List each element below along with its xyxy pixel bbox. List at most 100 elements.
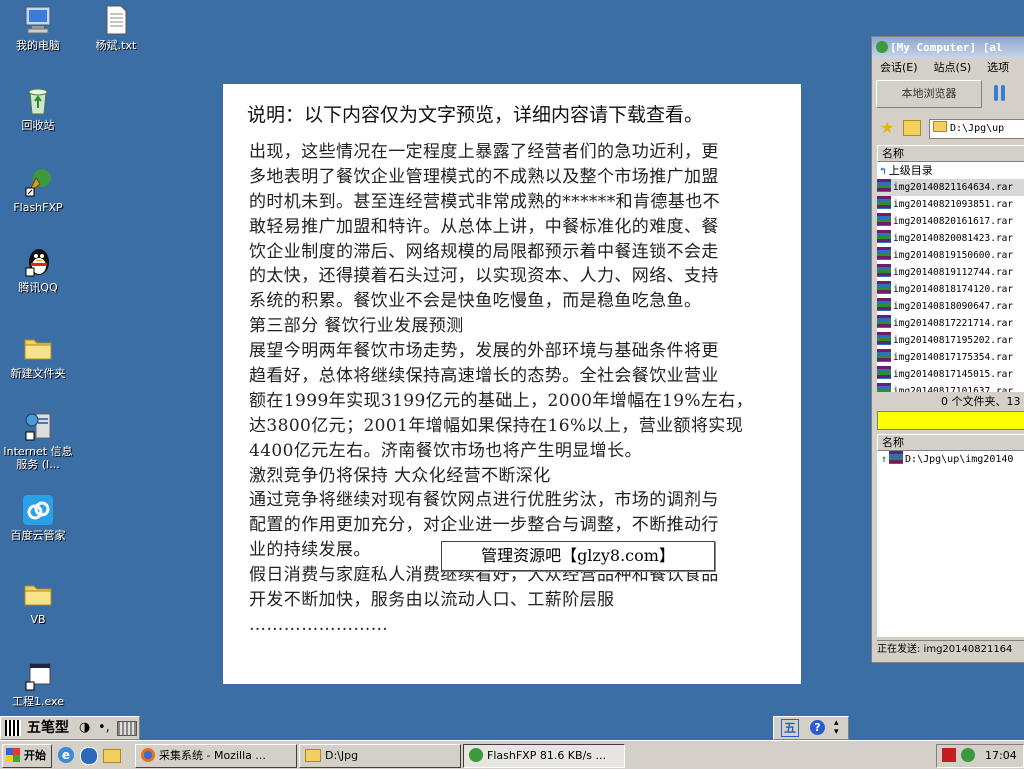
desktop-icon-label: 腾讯QQ <box>18 281 58 294</box>
desktop-icon-qq[interactable]: 腾讯QQ <box>0 246 76 294</box>
desktop-icon-iis[interactable]: Internet 信息服务 (I... <box>0 410 76 471</box>
document-line: 4400亿元左右。济南餐饮市场也将产生明显增长。 <box>249 440 642 461</box>
rar-icon <box>877 332 891 345</box>
file-list-header[interactable]: 名称 <box>877 145 1024 162</box>
punctuation-icon[interactable]: •, <box>98 720 110 736</box>
file-row[interactable]: img20140817101637.rar <box>877 383 1024 392</box>
ie-quicklaunch-icon[interactable]: e <box>58 747 74 763</box>
file-name: img20140819112744.rar <box>893 267 1014 278</box>
firefox-icon <box>141 748 155 762</box>
exe-shortcut-icon <box>22 660 54 692</box>
parent-directory-row[interactable]: ↰ 上级目录 <box>877 162 1024 179</box>
soft-keyboard-icon[interactable] <box>117 721 137 736</box>
up-arrow-icon: ↰ <box>880 166 886 177</box>
half-width-icon[interactable]: ◑ <box>79 720 90 736</box>
desktop-icon-label: 杨斌.txt <box>95 39 137 52</box>
file-row[interactable]: img20140817145015.rar <box>877 366 1024 383</box>
menu-session[interactable]: 会话(E) <box>880 61 918 74</box>
folder-up-icon[interactable] <box>903 120 921 136</box>
document-line: 饮企业制度的滞后、网络规模的局限都预示着中餐连锁不会走 <box>249 241 719 262</box>
ime-mode-label[interactable]: 五笔型 <box>27 718 69 738</box>
computer-icon <box>22 4 54 36</box>
language-indicator[interactable]: 五 <box>781 719 799 737</box>
file-row[interactable]: img20140820081423.rar <box>877 230 1024 247</box>
ime-logo-icon[interactable] <box>5 720 21 736</box>
flashfxp-menubar: 会话(E) 站点(S) 选项 <box>872 58 1024 78</box>
document-line: 敢轻易推广加盟和特许。从总体上讲，中餐标准化的难度、餐 <box>249 216 719 237</box>
options-arrow-icon[interactable]: ▴ ▾ <box>834 719 839 737</box>
file-name: img20140821164634.rar <box>893 182 1014 193</box>
queue-item[interactable]: ↑ D:\Jpg\up\img20140 <box>877 451 1024 468</box>
file-status-bar: 0 个文件夹、13 <box>877 394 1024 410</box>
menu-sites[interactable]: 站点(S) <box>934 61 972 74</box>
desktop-icon-my-computer[interactable]: 我的电脑 <box>0 4 76 52</box>
pause-icon[interactable] <box>992 85 1008 103</box>
desktop-icon-label: 新建文件夹 <box>10 367 66 380</box>
folder-quicklaunch-icon[interactable] <box>103 749 121 763</box>
queue-name-column-label: 名称 <box>882 436 904 449</box>
desktop-icon-new-folder[interactable]: 新建文件夹 <box>0 332 76 380</box>
file-row[interactable]: img20140817221714.rar <box>877 315 1024 332</box>
star-icon[interactable]: ★ <box>880 119 894 137</box>
task-label: D:\Jpg <box>325 749 359 762</box>
flashfxp-titlebar[interactable]: [My Computer] [al <box>872 37 1024 58</box>
rar-icon <box>877 264 891 277</box>
language-bar: 五 ? ▴ ▾ <box>773 716 849 740</box>
tray-flashfxp-icon[interactable] <box>961 748 975 762</box>
file-name: img20140820161617.rar <box>893 216 1014 227</box>
browser-quicklaunch-icon[interactable] <box>80 747 98 765</box>
flashfxp-title-icon <box>876 41 888 53</box>
file-row[interactable]: img20140817195202.rar <box>877 332 1024 349</box>
task-flashfxp[interactable]: FlashFXP 81.6 KB/s ... <box>463 744 625 768</box>
rar-icon <box>877 247 891 260</box>
iis-server-icon <box>22 410 54 442</box>
recycle-bin-icon <box>22 84 54 116</box>
document-title: 说明：以下内容仅为文字预览，详细内容请下载查看。 <box>247 104 704 126</box>
ime-toolbar: 五笔型 ◑ •, <box>0 716 140 740</box>
document-line: 开发不断加快，服务由以流动人口、工薪阶层服 <box>249 590 615 611</box>
file-row[interactable]: img20140819112744.rar <box>877 264 1024 281</box>
queue-list-header[interactable]: 名称 <box>877 434 1024 451</box>
desktop-icon-label: VB <box>30 613 46 626</box>
document-line: 趋看好，总体将继续保持高速增长的态势。全社会餐饮业营业 <box>249 366 719 387</box>
text-file-icon <box>100 4 132 36</box>
desktop-icon-recycle-bin[interactable]: 回收站 <box>0 84 76 132</box>
file-row[interactable]: img20140821164634.rar <box>877 179 1024 196</box>
document-line: 额在1999年实现3199亿元的基础上，2000年增幅在19%左右， <box>249 390 754 411</box>
file-row[interactable]: img20140818174120.rar <box>877 281 1024 298</box>
rar-icon <box>877 230 891 243</box>
file-name: img20140817221714.rar <box>893 318 1014 329</box>
menu-options[interactable]: 选项 <box>987 61 1009 74</box>
desktop-icon-project-exe[interactable]: 工程1.exe <box>0 660 76 708</box>
file-name: img20140818174120.rar <box>893 284 1014 295</box>
tray-app-icon[interactable] <box>942 748 956 762</box>
file-row[interactable]: img20140819150600.rar <box>877 247 1024 264</box>
parent-directory-label: 上级目录 <box>888 164 933 177</box>
taskbar: 开始 e 采集系统 - Mozilla ... D:\Jpg FlashFXP … <box>0 740 1024 769</box>
qq-penguin-icon <box>22 246 54 278</box>
task-firefox[interactable]: 采集系统 - Mozilla ... <box>135 744 297 768</box>
document-line: 展望今明两年餐饮市场走势，发展的外部环境与基础条件将更 <box>249 341 719 362</box>
clock[interactable]: 17:04 <box>985 745 1017 767</box>
desktop-icon-label: Internet 信息服务 (I... <box>3 445 73 471</box>
local-browser-label: 本地浏览器 <box>901 87 957 100</box>
desktop-icon-text-file[interactable]: 杨斌.txt <box>78 4 154 52</box>
desktop-icon-label: 百度云管家 <box>10 529 66 542</box>
desktop-icon-baidu-cloud[interactable]: 百度云管家 <box>0 494 76 542</box>
document-line: 的时机未到。甚至连经营模式非常成熟的******和肯德基也不 <box>249 191 720 212</box>
help-icon[interactable]: ? <box>810 720 825 735</box>
path-input[interactable]: D:\Jpg\up <box>929 119 1024 139</box>
desktop-icon-vb-folder[interactable]: VB <box>0 578 76 626</box>
flashfxp-icon <box>469 748 483 762</box>
file-row[interactable]: img20140817175354.rar <box>877 349 1024 366</box>
local-browser-button[interactable]: 本地浏览器 <box>876 80 982 108</box>
watermark-label: 管理资源吧【glzy8.com】 <box>441 541 715 571</box>
task-explorer[interactable]: D:\Jpg <box>299 744 461 768</box>
file-row[interactable]: img20140820161617.rar <box>877 213 1024 230</box>
desktop-icon-flashfxp[interactable]: FlashFXP <box>0 166 76 214</box>
start-button[interactable]: 开始 <box>2 744 52 768</box>
file-row[interactable]: img20140818090647.rar <box>877 298 1024 315</box>
file-name: img20140818090647.rar <box>893 301 1014 312</box>
rar-icon <box>877 383 891 392</box>
file-row[interactable]: img20140821093851.rar <box>877 196 1024 213</box>
